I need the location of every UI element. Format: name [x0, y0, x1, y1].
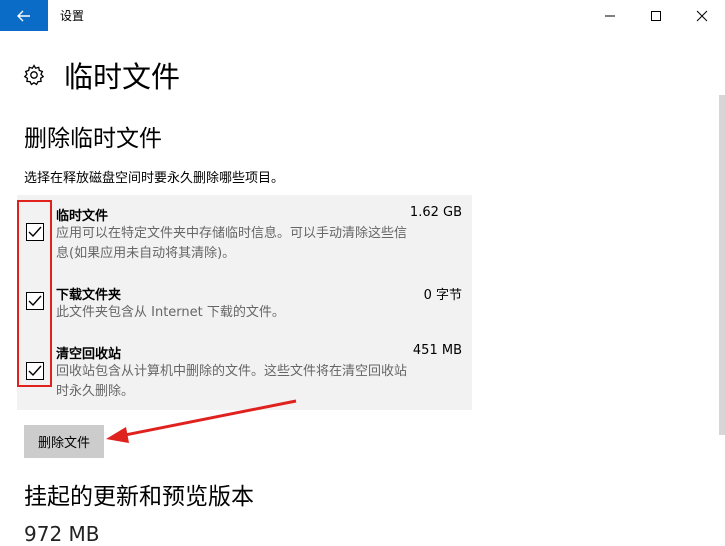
gear-icon	[23, 64, 45, 86]
back-button[interactable]	[0, 0, 48, 31]
section-title-delete: 删除临时文件	[24, 126, 162, 152]
item-description-line: 息(如果应用未自动将其清除)。	[56, 246, 236, 261]
annotation-highlight-box	[17, 200, 52, 387]
minimize-button[interactable]	[587, 0, 633, 31]
updates-size: 972 MB	[24, 522, 100, 546]
close-button[interactable]	[679, 0, 725, 31]
section-description: 选择在释放磁盘空间时要永久删除哪些项目。	[24, 171, 285, 186]
item-size: 451 MB	[412, 343, 462, 358]
page-title: 临时文件	[64, 60, 181, 94]
delete-files-button[interactable]: 删除文件	[24, 425, 104, 458]
item-description: 应用可以在特定文件夹中存储临时信息。可以手动清除这些信 息(如果应用未自动将其清…	[56, 224, 466, 264]
item-description-line: 回收站包含从计算机中删除的文件。这些文件将在清空回收站	[56, 364, 408, 379]
item-description-line: 此文件夹包含从 Internet 下载的文件。	[56, 305, 285, 320]
section-title-updates: 挂起的更新和预览版本	[24, 484, 254, 510]
item-size: 0 字节	[423, 288, 462, 303]
maximize-button[interactable]	[633, 0, 679, 31]
item-name: 临时文件	[56, 209, 109, 224]
item-name: 下载文件夹	[56, 288, 122, 303]
back-arrow-icon	[17, 10, 30, 21]
minimize-icon	[605, 15, 615, 16]
scrollbar[interactable]	[719, 95, 725, 435]
annotation-arrow-icon	[106, 399, 297, 443]
item-size: 1.62 GB	[409, 205, 462, 220]
item-description: 回收站包含从计算机中删除的文件。这些文件将在清空回收站 时永久删除。	[56, 362, 466, 402]
close-icon	[696, 10, 708, 21]
item-description-line: 应用可以在特定文件夹中存储临时信息。可以手动清除这些信	[56, 226, 408, 241]
window-title: 设置	[60, 9, 85, 23]
file-category-list: 临时文件 1.62 GB 应用可以在特定文件夹中存储临时信息。可以手动清除这些信…	[17, 195, 472, 410]
item-name: 清空回收站	[56, 347, 122, 362]
page-header: 临时文件	[22, 54, 180, 96]
maximize-icon	[651, 10, 661, 21]
title-bar: 设置	[0, 0, 725, 31]
item-description: 此文件夹包含从 Internet 下载的文件。	[56, 303, 466, 323]
